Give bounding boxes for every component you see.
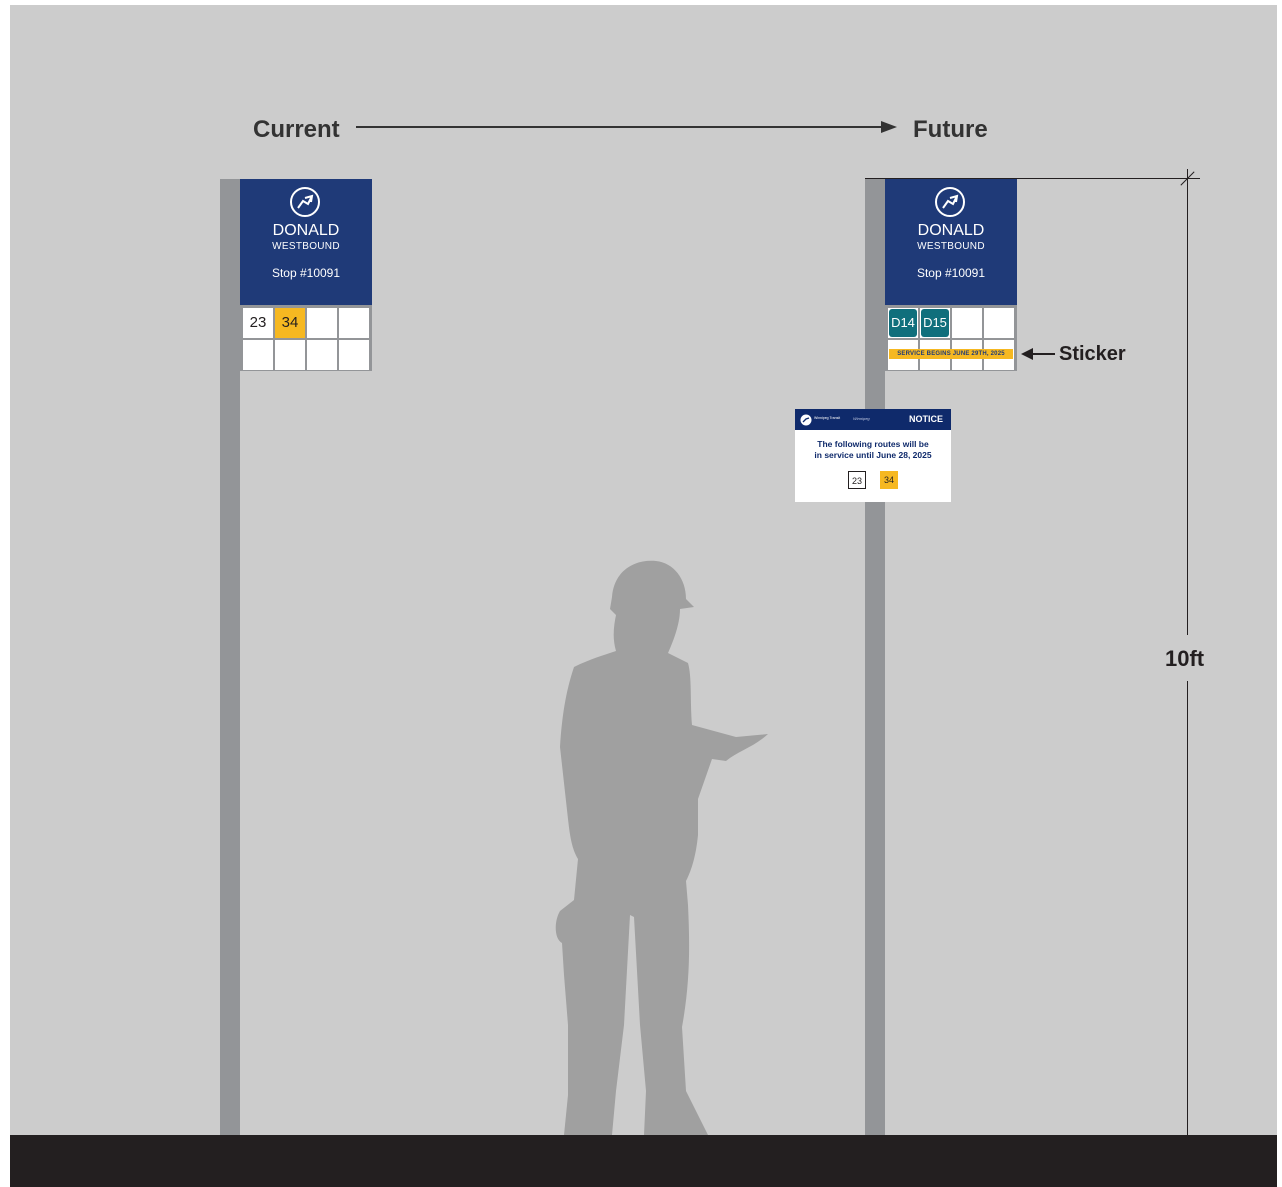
stop-name: DONALD bbox=[272, 222, 340, 239]
ground bbox=[10, 1135, 1277, 1187]
route-pill-d15: D15 bbox=[921, 309, 949, 337]
current-label: Current bbox=[253, 116, 340, 143]
route-cell-empty bbox=[243, 340, 273, 370]
height-label: 10ft bbox=[1165, 646, 1205, 671]
person-silhouette bbox=[555, 560, 768, 1135]
notice-title: NOTICE bbox=[908, 414, 943, 424]
stop-name: DONALD bbox=[917, 222, 985, 239]
notice-line-2: in service until June 28, 2025 bbox=[814, 450, 932, 460]
stop-number: Stop #10091 bbox=[271, 266, 341, 280]
notice-org-primary: Winnipeg Transit bbox=[814, 416, 841, 420]
route-cell-empty bbox=[339, 340, 369, 370]
stop-direction: WESTBOUND bbox=[917, 241, 985, 252]
current-stop-sign: DONALD WESTBOUND Stop #10091 bbox=[240, 179, 372, 305]
current-route-grid: 23 34 bbox=[240, 305, 372, 371]
route-cell-empty bbox=[307, 308, 337, 338]
stop-number: Stop #10091 bbox=[916, 266, 986, 280]
future-route-grid: D14 D15 SERVICE BEGINS JUNE 29TH, 2025 bbox=[885, 305, 1017, 371]
notice-line-1: The following routes will be bbox=[817, 439, 929, 449]
future-label: Future bbox=[913, 116, 988, 143]
route-cell-empty bbox=[984, 308, 1014, 338]
notice-header: Winnipeg Transit Winnipeg NOTICE bbox=[795, 409, 951, 430]
route-cell-23: 23 bbox=[243, 308, 273, 338]
current-pole bbox=[220, 179, 240, 1135]
transit-logo-icon bbox=[800, 414, 812, 426]
stop-direction: WESTBOUND bbox=[272, 241, 340, 252]
sticker-arrow-line bbox=[1031, 353, 1055, 355]
service-notice-card: Winnipeg Transit Winnipeg NOTICE The fol… bbox=[795, 409, 951, 502]
route-cell-empty bbox=[275, 340, 305, 370]
dimension-vertical-upper bbox=[1187, 169, 1188, 635]
route-pill-d14: D14 bbox=[889, 309, 917, 337]
route-cell-empty bbox=[339, 308, 369, 338]
future-pole bbox=[865, 179, 885, 1135]
future-stop-sign: DONALD WESTBOUND Stop #10091 bbox=[885, 179, 1017, 305]
route-cell-34: 34 bbox=[275, 308, 305, 338]
notice-body: The following routes will be in service … bbox=[795, 439, 951, 461]
route-cell-empty bbox=[952, 308, 982, 338]
sticker-label: Sticker bbox=[1059, 343, 1126, 365]
notice-route-34: 34 bbox=[880, 471, 898, 489]
transition-arrow-head bbox=[881, 121, 897, 133]
notice-route-23: 23 bbox=[848, 471, 866, 489]
route-cell-empty bbox=[307, 340, 337, 370]
dimension-vertical-lower bbox=[1187, 681, 1188, 1135]
route-cell-d15-bg: D15 bbox=[920, 308, 950, 338]
transit-logo-icon bbox=[935, 187, 965, 217]
transit-logo-icon bbox=[290, 187, 320, 217]
scene: Current Future DONALD WESTBOUND Stop #10… bbox=[10, 5, 1277, 1187]
route-cell-d14-bg: D14 bbox=[888, 308, 918, 338]
notice-org-secondary: Winnipeg bbox=[853, 416, 870, 421]
transition-arrow-line bbox=[356, 126, 884, 128]
service-sticker: SERVICE BEGINS JUNE 29TH, 2025 bbox=[889, 349, 1013, 359]
dimension-top-line bbox=[865, 178, 1200, 179]
